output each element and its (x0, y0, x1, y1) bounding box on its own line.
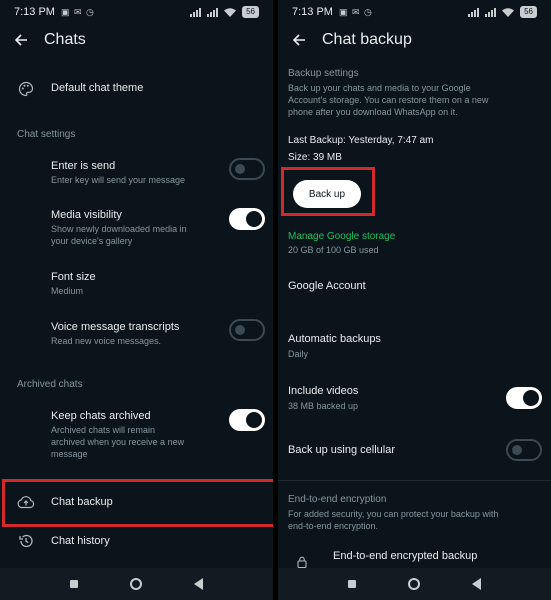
page-title: Chats (44, 31, 86, 48)
last-backup-text: Last Backup: Yesterday, 7:47 am (288, 135, 434, 146)
media-visibility-desc-2: your device's gallery (51, 236, 133, 246)
e2e-backup-row[interactable]: End-to-end encrypted backup (278, 544, 551, 568)
keep-archived-row[interactable]: Keep chats archived Archived chats will … (0, 405, 273, 461)
chat-history-row[interactable]: Chat history (0, 528, 273, 556)
chat-backup-highlight (2, 479, 273, 527)
google-account-label: Google Account (288, 280, 366, 292)
wifi-icon (224, 7, 237, 17)
back-up-highlight (281, 167, 375, 216)
font-size-value: Medium (51, 286, 84, 296)
back-arrow-icon-right[interactable] (288, 29, 310, 51)
google-account-row[interactable]: Google Account (278, 272, 551, 302)
keep-archived-desc-2: archived when you receive a new (51, 437, 185, 447)
notification-icons: ▣ ✉ ◷ (60, 6, 95, 17)
home-icon[interactable] (130, 578, 142, 590)
voice-transcripts-row[interactable]: Voice message transcripts Read new voice… (0, 316, 273, 350)
voice-transcripts-desc: Read new voice messages. (51, 336, 162, 346)
e2e-backup-label: End-to-end encrypted backup (333, 550, 478, 562)
backup-description-3: phone after you download WhatsApp on it. (288, 107, 458, 117)
backup-settings-header: Backup settings (288, 68, 359, 79)
section-divider (278, 480, 551, 481)
media-visibility-desc-1: Show newly downloaded media in (51, 224, 187, 234)
automatic-backups-label: Automatic backups (288, 333, 381, 345)
home-icon-right[interactable] (408, 578, 420, 590)
cellular-row[interactable]: Back up using cellular (278, 438, 551, 464)
e2e-description-1: For added security, you can protect your… (288, 509, 499, 519)
backup-description-2: Account's storage. You can restore them … (288, 95, 489, 105)
recents-icon-right[interactable] (348, 580, 356, 588)
status-time-right: 7:13 PM (292, 6, 333, 18)
nav-back-icon-right[interactable] (472, 578, 481, 590)
keep-archived-desc-3: message (51, 449, 88, 459)
manage-storage-link[interactable]: Manage Google storage (288, 231, 395, 242)
voice-transcripts-toggle[interactable] (229, 319, 265, 341)
include-videos-desc: 38 MB backed up (288, 401, 359, 411)
font-size-label: Font size (51, 271, 96, 283)
voice-transcripts-label: Voice message transcripts (51, 321, 180, 333)
enter-is-send-label: Enter is send (51, 160, 116, 172)
app-bar: Chats (0, 24, 273, 56)
automatic-backups-row[interactable]: Automatic backups Daily (278, 328, 551, 364)
page-title-right: Chat backup (322, 31, 412, 48)
app-bar-right: Chat backup (278, 24, 551, 56)
keep-archived-desc-1: Archived chats will remain (51, 425, 156, 435)
status-bar: 7:13 PM ▣ ✉ ◷ 56 (0, 0, 273, 24)
media-visibility-toggle[interactable] (229, 208, 265, 230)
e2e-description-2: end-to-end encryption. (288, 521, 379, 531)
keep-archived-label: Keep chats archived (51, 410, 151, 422)
e2e-header: End-to-end encryption (288, 494, 387, 505)
notification-icons-right: ▣ ✉ ◷ (338, 6, 373, 17)
back-arrow-icon[interactable] (10, 29, 32, 51)
enter-is-send-toggle[interactable] (229, 158, 265, 180)
chat-backup-screen: 7:13 PM ▣ ✉ ◷ 56 Chat backup Backup sett… (278, 0, 551, 600)
chats-settings-screen: 7:13 PM ▣ ✉ ◷ 56 Chats Default chat them… (0, 0, 273, 600)
enter-is-send-row[interactable]: Enter is send Enter key will send your m… (0, 155, 273, 191)
include-videos-label: Include videos (288, 385, 359, 397)
status-bar-right: 7:13 PM ▣ ✉ ◷ 56 (278, 0, 551, 24)
system-nav-bar-right (278, 568, 551, 600)
battery-icon: 56 (242, 6, 259, 18)
wifi-icon-right (502, 7, 515, 17)
font-size-row[interactable]: Font size Medium (0, 266, 273, 300)
system-nav-bar (0, 568, 273, 600)
archived-chats-header: Archived chats (17, 379, 83, 390)
signal-icon (190, 7, 202, 17)
chat-settings-header: Chat settings (17, 129, 76, 140)
keep-archived-toggle[interactable] (229, 409, 265, 431)
lock-icon (297, 556, 307, 568)
include-videos-toggle[interactable] (506, 387, 542, 409)
recents-icon[interactable] (70, 580, 78, 588)
backup-size-text: Size: 39 MB (288, 152, 342, 163)
signal-icon-right (468, 7, 480, 17)
nav-back-icon[interactable] (194, 578, 203, 590)
backup-description-1: Back up your chats and media to your Goo… (288, 83, 471, 93)
status-time: 7:13 PM (14, 6, 55, 18)
default-theme-row[interactable]: Default chat theme (0, 72, 273, 106)
media-visibility-row[interactable]: Media visibility Show newly downloaded m… (0, 204, 273, 250)
signal-icon-2 (207, 7, 219, 17)
cellular-toggle[interactable] (506, 439, 542, 461)
enter-is-send-desc: Enter key will send your message (51, 175, 186, 185)
automatic-backups-value: Daily (288, 349, 309, 359)
chat-history-label: Chat history (51, 535, 110, 547)
palette-icon (18, 81, 34, 97)
history-icon (19, 534, 33, 548)
media-visibility-label: Media visibility (51, 209, 122, 221)
cellular-label: Back up using cellular (288, 444, 396, 456)
include-videos-row[interactable]: Include videos 38 MB backed up (278, 380, 551, 416)
battery-icon-right: 56 (520, 6, 537, 18)
default-theme-label: Default chat theme (51, 82, 144, 94)
signal-icon-right-2 (485, 7, 497, 17)
storage-used-text: 20 GB of 100 GB used (288, 245, 379, 255)
